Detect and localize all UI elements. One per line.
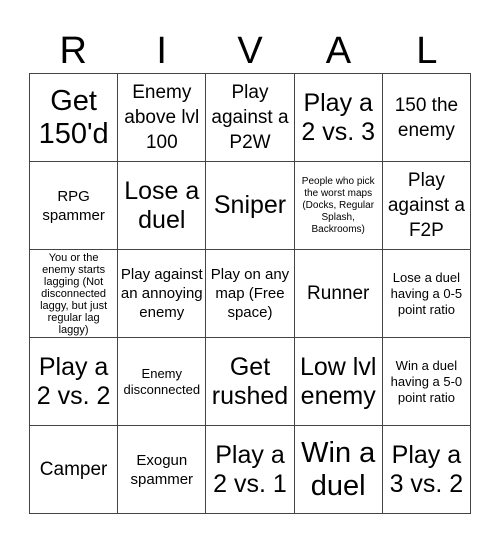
cell-text: Low lvl enemy — [299, 352, 377, 410]
bingo-cell[interactable]: Play a 2 vs. 2 — [30, 338, 119, 426]
cell-text: People who pick the worst maps (Docks, R… — [301, 175, 375, 235]
bingo-cell[interactable]: Get rushed — [206, 338, 295, 426]
cell-text: Lose a duel having a 0-5 point ratio — [390, 269, 463, 317]
bingo-cell[interactable]: Runner — [294, 250, 383, 338]
bingo-cell[interactable]: RPG spammer — [30, 162, 119, 250]
cell-text: Play against a F2P — [387, 170, 465, 241]
header-letter-v: V — [237, 30, 263, 72]
bingo-cell[interactable]: Play a 3 vs. 2 — [382, 426, 471, 514]
bingo-cell[interactable]: People who pick the worst maps (Docks, R… — [294, 162, 383, 250]
cell-text: Win a duel having a 5-0 point ratio — [390, 357, 463, 405]
bingo-cell[interactable]: Sniper — [206, 162, 295, 250]
bingo-header: R I V A L — [29, 30, 471, 72]
cell-text: You or the enemy starts lagging (Not dis… — [40, 251, 108, 336]
cell-text: Enemy disconnected — [123, 365, 201, 397]
bingo-cell[interactable]: Play a 2 vs. 1 — [206, 426, 295, 514]
cell-text: Camper — [39, 459, 108, 480]
bingo-cell[interactable]: Camper — [30, 426, 119, 514]
header-letter-a: A — [325, 30, 352, 72]
cell-text: Play on any map (Free space) — [210, 266, 290, 321]
bingo-cell[interactable]: Enemy above lvl 100 — [118, 74, 207, 162]
cell-text: Lose a duel — [124, 176, 200, 234]
bingo-cell[interactable]: Win a duel — [294, 426, 383, 514]
cell-text: Play a 3 vs. 2 — [389, 440, 464, 498]
bingo-cell[interactable]: Lose a duel — [118, 162, 207, 250]
cell-text: Get 150'd — [38, 84, 109, 150]
cell-text: Play a 2 vs. 1 — [213, 440, 287, 498]
bingo-cell[interactable]: Get 150'd — [30, 74, 119, 162]
bingo-cell[interactable]: Play against a P2W — [206, 74, 295, 162]
bingo-cell[interactable]: Enemy disconnected — [118, 338, 207, 426]
cell-text: Win a duel — [301, 436, 376, 502]
cell-text: Play against a P2W — [211, 82, 289, 153]
bingo-cell[interactable]: Lose a duel having a 0-5 point ratio — [382, 250, 471, 338]
cell-text: Play against an annoying enemy — [120, 266, 203, 321]
cell-text: Sniper — [213, 191, 287, 219]
bingo-cell[interactable]: Exogun spammer — [118, 426, 207, 514]
bingo-cell[interactable]: Play on any map (Free space) — [206, 250, 295, 338]
cell-text: Enemy above lvl 100 — [124, 82, 200, 153]
cell-text: Runner — [307, 283, 370, 304]
bingo-cell[interactable]: Win a duel having a 5-0 point ratio — [382, 338, 471, 426]
bingo-cell[interactable]: Play a 2 vs. 3 — [294, 74, 383, 162]
bingo-cell[interactable]: You or the enemy starts lagging (Not dis… — [30, 250, 119, 338]
header-letter-r: R — [59, 30, 87, 72]
bingo-grid: Get 150'd Enemy above lvl 100 Play again… — [29, 73, 471, 514]
bingo-cell[interactable]: Low lvl enemy — [294, 338, 383, 426]
cell-text: 150 the enemy — [394, 94, 459, 141]
cell-text: Play a 2 vs. 2 — [36, 352, 111, 410]
cell-text: Get rushed — [211, 352, 289, 410]
bingo-cell[interactable]: Play against an annoying enemy — [118, 250, 207, 338]
header-letter-i: I — [156, 30, 167, 72]
cell-text: RPG spammer — [42, 187, 105, 224]
bingo-cell[interactable]: Play against a F2P — [382, 162, 471, 250]
header-letter-l: L — [416, 30, 438, 72]
cell-text: Exogun spammer — [130, 451, 194, 488]
bingo-cell[interactable]: 150 the enemy — [382, 74, 471, 162]
cell-text: Play a 2 vs. 3 — [301, 88, 376, 146]
